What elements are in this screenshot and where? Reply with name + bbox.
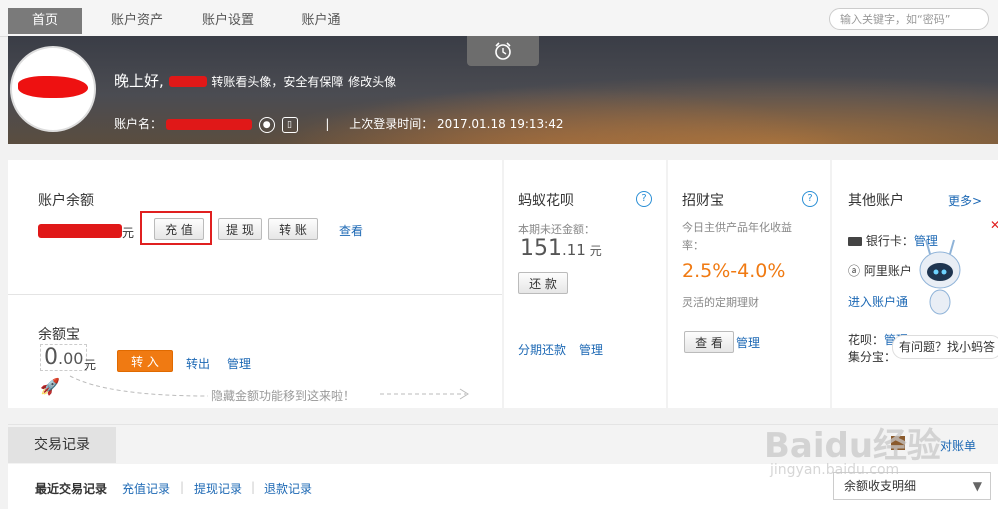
alipay-label: 阿里账户: [863, 264, 912, 278]
rocket-icon: 🚀: [40, 377, 60, 396]
more-link[interactable]: 更多>: [948, 192, 982, 209]
top-nav: 首页 账户资产 账户设置 账户通 输入关键字，如“密码”: [0, 0, 998, 37]
help-icon[interactable]: ?: [636, 191, 652, 207]
rate-desc: 今日主供产品年化收益率：: [682, 221, 792, 252]
reconcile-link[interactable]: 对账单: [940, 437, 976, 454]
last-login-label: 上次登录时间：: [349, 117, 434, 131]
records-bar: 最近交易记录 充值记录 | 提现记录 | 退款记录 余额收支明细 ▼: [8, 464, 998, 509]
huabei-currency: 元: [589, 244, 602, 258]
alipay-row: ⓐ 阿里账户: [848, 262, 912, 279]
account-label: 账户名：: [114, 117, 163, 131]
tab-account-pass[interactable]: 账户通: [286, 8, 356, 34]
greeting: 晚上好, 转账看头像，安全有保障 修改头像: [114, 70, 396, 91]
bank-card-icon: [848, 237, 862, 246]
notice-text: 隐藏金额功能移到这来啦！: [211, 389, 356, 403]
divider: |: [180, 480, 185, 494]
withdraw-records-link[interactable]: 提现记录: [194, 480, 242, 497]
tab-home[interactable]: 首页: [8, 8, 82, 34]
rate-value: 2.5%-4.0%: [682, 260, 786, 282]
jifen-label: 集分宝：: [848, 350, 897, 364]
huabei-panel: 蚂蚁花呗 ? 本期未还金额： 151.11 元 还 款 分期还款 管理: [504, 160, 666, 408]
huabei-manage-link[interactable]: 管理: [579, 341, 603, 358]
ali-icon: ⓐ: [848, 264, 861, 278]
filter-value: 余额收支明细: [844, 479, 917, 493]
search-input[interactable]: 输入关键字，如“密码”: [829, 8, 989, 30]
greeting-text: 晚上好,: [114, 72, 164, 90]
chevron-down-icon: ▼: [972, 479, 982, 493]
huabei-amount-int: 151: [520, 236, 562, 261]
alarm-button[interactable]: [467, 36, 539, 66]
recharge-button[interactable]: 充 值: [154, 218, 204, 240]
help-icon[interactable]: ?: [802, 191, 818, 207]
unpaid-label: 本期未还金额：: [518, 223, 595, 236]
tab-transactions[interactable]: 交易记录: [8, 427, 116, 463]
huabei-title: 蚂蚁花呗: [518, 193, 574, 209]
view-balance-link[interactable]: 查看: [339, 222, 363, 239]
divider: |: [325, 117, 330, 131]
zhaocaibao-manage-link[interactable]: 管理: [736, 334, 760, 351]
redacted-balance: [38, 224, 122, 238]
records-header: 交易记录 对账单: [8, 424, 998, 465]
repay-button[interactable]: 还 款: [518, 272, 568, 294]
enter-account-link[interactable]: 进入账户通: [848, 293, 908, 310]
other-title: 其他账户: [848, 193, 904, 209]
divider: [8, 294, 502, 295]
rate-sub: 灵活的定期理财: [682, 296, 759, 309]
avatar[interactable]: [10, 46, 96, 132]
assistant-robot-icon[interactable]: [916, 230, 964, 318]
tab-assets[interactable]: 账户资产: [92, 8, 182, 34]
transfer-button[interactable]: 转 账: [268, 218, 318, 240]
balance-currency: 元: [122, 226, 135, 240]
balance-panel: 账户余额 元 充 值 提 现 转 账 查看 余额宝 0.00 元 转 入 转出 …: [8, 160, 502, 408]
tab-settings[interactable]: 账户设置: [188, 8, 268, 34]
yuebao-title: 余额宝: [38, 327, 80, 343]
bank-card-label: 银行卡：: [865, 234, 914, 248]
huabei-label: 花呗：: [848, 333, 885, 347]
yuebao-amount-int: 0: [44, 345, 58, 370]
phone-icon[interactable]: ▯: [281, 116, 298, 133]
refund-records-link[interactable]: 退款记录: [264, 480, 312, 497]
balance-title: 账户余额: [38, 193, 94, 209]
yuebao-amount: 0.00: [40, 344, 88, 371]
divider: |: [251, 480, 256, 494]
zhaocaibao-title: 招财宝: [682, 193, 724, 209]
avatar-hint: 转账看头像，安全有保障: [211, 75, 344, 89]
filter-select[interactable]: 余额收支明细 ▼: [833, 472, 991, 500]
assistant-bubble[interactable]: 有问题？找小蚂答: [892, 335, 998, 359]
alarm-clock-icon: [495, 42, 511, 60]
withdraw-button[interactable]: 提 现: [218, 218, 262, 240]
profile-banner: 晚上好, 转账看头像，安全有保障 修改头像 账户名： ● ▯ | 上次登录时间：…: [8, 36, 998, 144]
redacted-account: [165, 119, 252, 130]
account-info: 账户名： ● ▯ | 上次登录时间： 2017.01.18 19:13:42: [114, 115, 563, 133]
zhaocaibao-panel: 招财宝 ? 今日主供产品年化收益率： 2.5%-4.0% 灵活的定期理财 查 看…: [668, 160, 830, 408]
last-login-time: 2017.01.18 19:13:42: [437, 117, 564, 131]
recent-label: 最近交易记录: [35, 482, 108, 496]
view-button[interactable]: 查 看: [684, 331, 734, 353]
transfer-in-button[interactable]: 转 入: [117, 350, 173, 372]
huabei-amount: 151.11 元: [520, 236, 602, 261]
other-accounts-panel: 其他账户 更多> 银行卡：管理 ⓐ 阿里账户 进入账户通 花呗：管理 集分宝： …: [832, 160, 998, 408]
close-icon[interactable]: ✕: [990, 218, 998, 232]
installment-link[interactable]: 分期还款: [518, 341, 566, 358]
huabei-amount-dec: .11: [562, 241, 586, 259]
yuebao-amount-dec: .00: [58, 349, 84, 368]
user-icon[interactable]: ●: [258, 116, 275, 133]
edit-avatar-link[interactable]: 修改头像: [348, 75, 396, 89]
recharge-records-link[interactable]: 充值记录: [122, 480, 170, 497]
redacted-username: [168, 76, 207, 87]
calendar-icon: [891, 436, 905, 450]
